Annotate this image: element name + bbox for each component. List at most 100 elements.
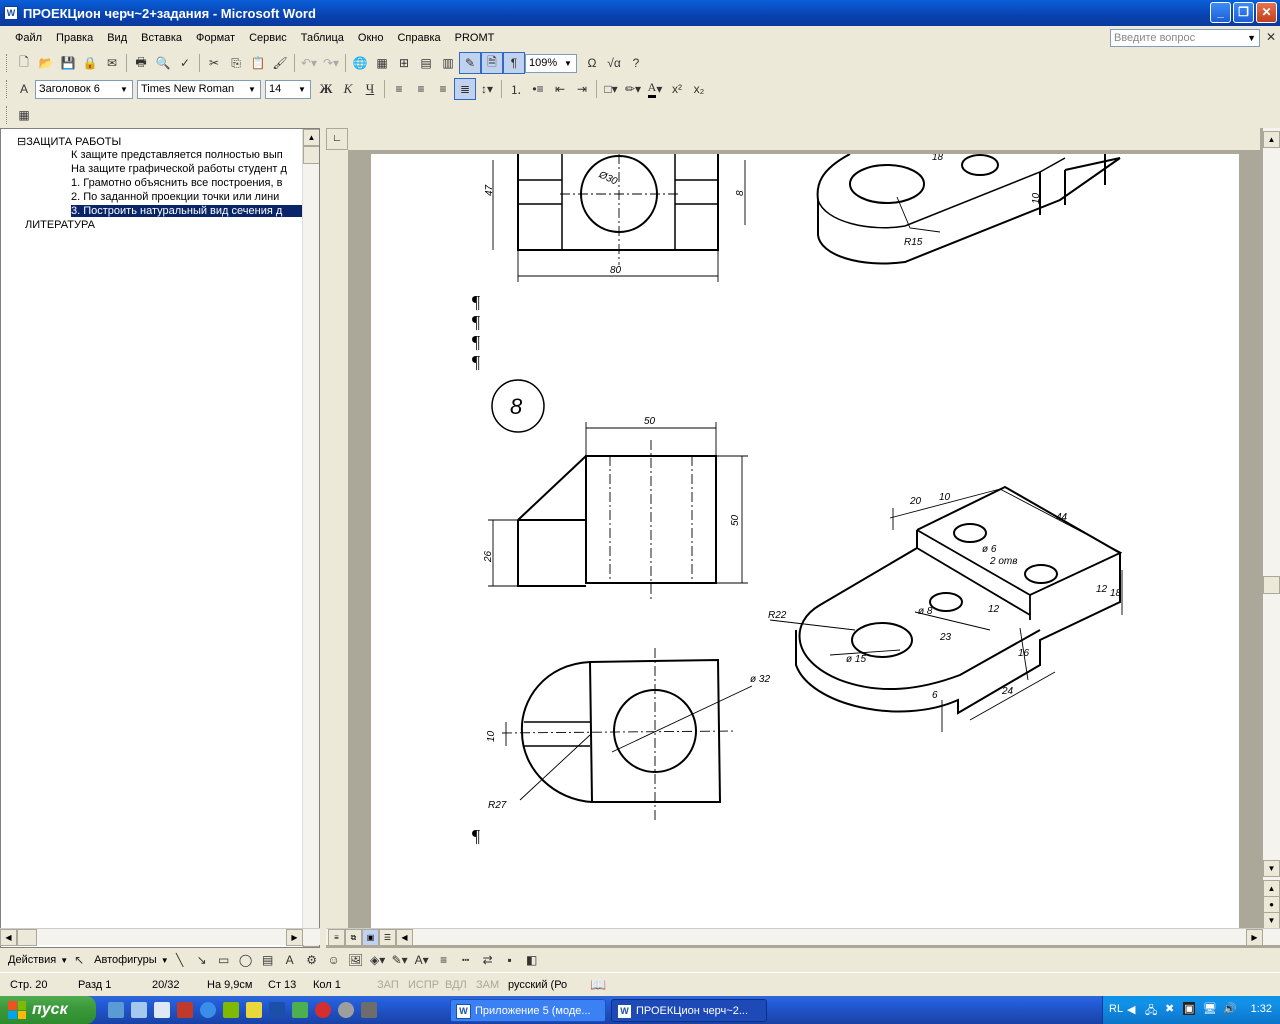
next-page-icon[interactable]: ▼: [1263, 912, 1280, 929]
docmap-item[interactable]: 1. Грамотно объяснить все построения, в: [71, 177, 303, 189]
subscript-icon[interactable]: x₂: [688, 78, 710, 100]
styles-pane-icon[interactable]: A: [13, 78, 35, 100]
tray-volume-icon[interactable]: 🔊: [1223, 1002, 1237, 1015]
print-layout-icon[interactable]: ▣: [362, 929, 379, 946]
font-combo[interactable]: Times New Roman ▼: [137, 79, 261, 99]
horizontal-ruler[interactable]: [348, 128, 1260, 150]
menu-file[interactable]: Файл: [8, 32, 49, 44]
toolbar-grip[interactable]: [6, 80, 9, 98]
taskbar-item-prilozhenie[interactable]: W Приложение 5 (моде...: [450, 999, 606, 1022]
fill-color-icon[interactable]: ◈▾: [367, 949, 389, 971]
spelling-status-icon[interactable]: 📖: [590, 977, 606, 993]
menu-format[interactable]: Формат: [189, 32, 242, 44]
open-folder-icon[interactable]: 📂: [35, 52, 57, 74]
permission-icon[interactable]: 🔒: [79, 52, 101, 74]
web-layout-icon[interactable]: ⧉: [345, 929, 362, 946]
scroll-up-icon[interactable]: ▲: [303, 129, 319, 146]
equation-icon[interactable]: √α: [603, 52, 625, 74]
cut-icon[interactable]: ✂: [203, 52, 225, 74]
picture-icon[interactable]: 🖼: [345, 949, 367, 971]
format-painter-icon[interactable]: 🖌: [269, 52, 291, 74]
ask-dropdown-icon[interactable]: ▼: [1247, 30, 1256, 46]
scroll-thumb[interactable]: [303, 146, 319, 164]
menu-tools[interactable]: Сервис: [242, 32, 294, 44]
docmap-item[interactable]: 2. По заданной проекции точки или лини: [71, 191, 303, 203]
status-extend[interactable]: ВДЛ: [445, 979, 467, 991]
toolbar-grip[interactable]: [6, 106, 9, 124]
quicklaunch-word-icon[interactable]: [269, 1002, 285, 1018]
tray-network-icon[interactable]: 🖧: [1145, 1002, 1157, 1021]
line-spacing-icon[interactable]: ↕▾: [476, 78, 498, 100]
restore-button[interactable]: ❐: [1233, 2, 1254, 23]
omega-symbol-icon[interactable]: Ω: [581, 52, 603, 74]
scroll-right-icon[interactable]: ▶: [286, 929, 303, 946]
font-dropdown-icon[interactable]: ▼: [245, 82, 259, 97]
menu-edit[interactable]: Правка: [49, 32, 100, 44]
autoshapes-menu[interactable]: Автофигуры: [90, 954, 161, 966]
document-horizontal-scrollbar[interactable]: ≡ ⧉ ▣ ☰ ◀ ▶: [326, 928, 1280, 946]
italic-button[interactable]: К: [337, 78, 359, 100]
tray-monitor-icon[interactable]: 🖥: [1203, 1002, 1217, 1015]
menu-window[interactable]: Окно: [351, 32, 391, 44]
font-size-combo[interactable]: 14 ▼: [265, 79, 311, 99]
normal-view-icon[interactable]: ≡: [328, 929, 345, 946]
underline-button[interactable]: Ч: [359, 78, 381, 100]
quicklaunch-doc-icon[interactable]: [154, 1002, 170, 1018]
3d-icon[interactable]: ◧: [521, 949, 543, 971]
quicklaunch-desktop-icon[interactable]: [108, 1002, 124, 1018]
font-color-icon[interactable]: A ▾: [644, 78, 666, 100]
scroll-thumb[interactable]: [1263, 576, 1280, 594]
clipart-icon[interactable]: ☺: [323, 949, 345, 971]
increase-indent-icon[interactable]: ⇥: [571, 78, 593, 100]
docmap-item[interactable]: На защите графической работы студент д: [71, 163, 303, 175]
menu-insert[interactable]: Вставка: [134, 32, 189, 44]
docmap-horizontal-scrollbar[interactable]: ◀ ▶: [0, 928, 320, 946]
tray-expand-icon[interactable]: ◀: [1127, 1003, 1135, 1016]
docmap-item[interactable]: ЛИТЕРАТУРА: [25, 219, 95, 231]
status-record[interactable]: ЗАП: [377, 979, 399, 991]
quicklaunch-explorer-icon[interactable]: [131, 1002, 147, 1018]
tray-security-icon[interactable]: ✖: [1165, 1002, 1174, 1015]
bold-button[interactable]: Ж: [315, 78, 337, 100]
menu-table[interactable]: Таблица: [294, 32, 351, 44]
font-size-dropdown-icon[interactable]: ▼: [295, 82, 309, 97]
zoom-combo[interactable]: 109% ▼: [525, 53, 577, 73]
document-vertical-scrollbar[interactable]: ▲ ▼ ▲ ● ▼: [1263, 128, 1280, 929]
insert-table-icon[interactable]: ⊞: [393, 52, 415, 74]
copy-icon[interactable]: ⎘: [225, 52, 247, 74]
quicklaunch-app3-icon[interactable]: [292, 1002, 308, 1018]
scroll-thumb[interactable]: [17, 929, 37, 946]
hyperlink-icon[interactable]: 🌐: [349, 52, 371, 74]
quicklaunch-app4-icon[interactable]: [361, 1002, 377, 1018]
docmap-item[interactable]: К защите представляется полностью вып: [71, 149, 303, 161]
scroll-left-icon[interactable]: ◀: [0, 929, 17, 946]
borders-icon[interactable]: □▾: [600, 78, 622, 100]
scroll-right-icon[interactable]: ▶: [1246, 929, 1263, 946]
quicklaunch-app-icon[interactable]: [177, 1002, 193, 1018]
toolbar-grip[interactable]: [6, 54, 9, 72]
word-app-icon[interactable]: W: [4, 6, 18, 20]
document-map-icon[interactable]: 🗎: [481, 52, 503, 74]
chart-object-icon[interactable]: ▦: [13, 104, 35, 126]
print-icon[interactable]: 🖶: [130, 52, 152, 74]
print-preview-icon[interactable]: 🔍: [152, 52, 174, 74]
paste-icon[interactable]: 📋: [247, 52, 269, 74]
oval-tool-icon[interactable]: ◯: [235, 949, 257, 971]
undo-icon[interactable]: ↶▾: [298, 52, 320, 74]
quicklaunch-app2-icon[interactable]: [246, 1002, 262, 1018]
doc-close-icon[interactable]: ✕: [1266, 30, 1276, 44]
line-style-icon[interactable]: ≡: [433, 949, 455, 971]
taskbar-item-proekcion[interactable]: W ПРОЕКЦион черч~2...: [611, 999, 767, 1022]
status-overtype[interactable]: ЗАМ: [476, 979, 499, 991]
line-tool-icon[interactable]: ╲: [169, 949, 191, 971]
scroll-up-icon[interactable]: ▲: [1263, 131, 1280, 148]
email-icon[interactable]: ✉: [101, 52, 123, 74]
drawing-icon[interactable]: ✎: [459, 52, 481, 74]
quicklaunch-ie-icon[interactable]: [200, 1002, 216, 1018]
spelling-icon[interactable]: ✓: [174, 52, 196, 74]
style-combo[interactable]: Заголовок 6 ▼: [35, 79, 133, 99]
minimize-button[interactable]: _: [1210, 2, 1231, 23]
docmap-item-selected[interactable]: 3. Построить натуральный вид сечения д: [71, 205, 303, 217]
textbox-tool-icon[interactable]: ▤: [257, 949, 279, 971]
arrow-style-icon[interactable]: ⇄: [477, 949, 499, 971]
